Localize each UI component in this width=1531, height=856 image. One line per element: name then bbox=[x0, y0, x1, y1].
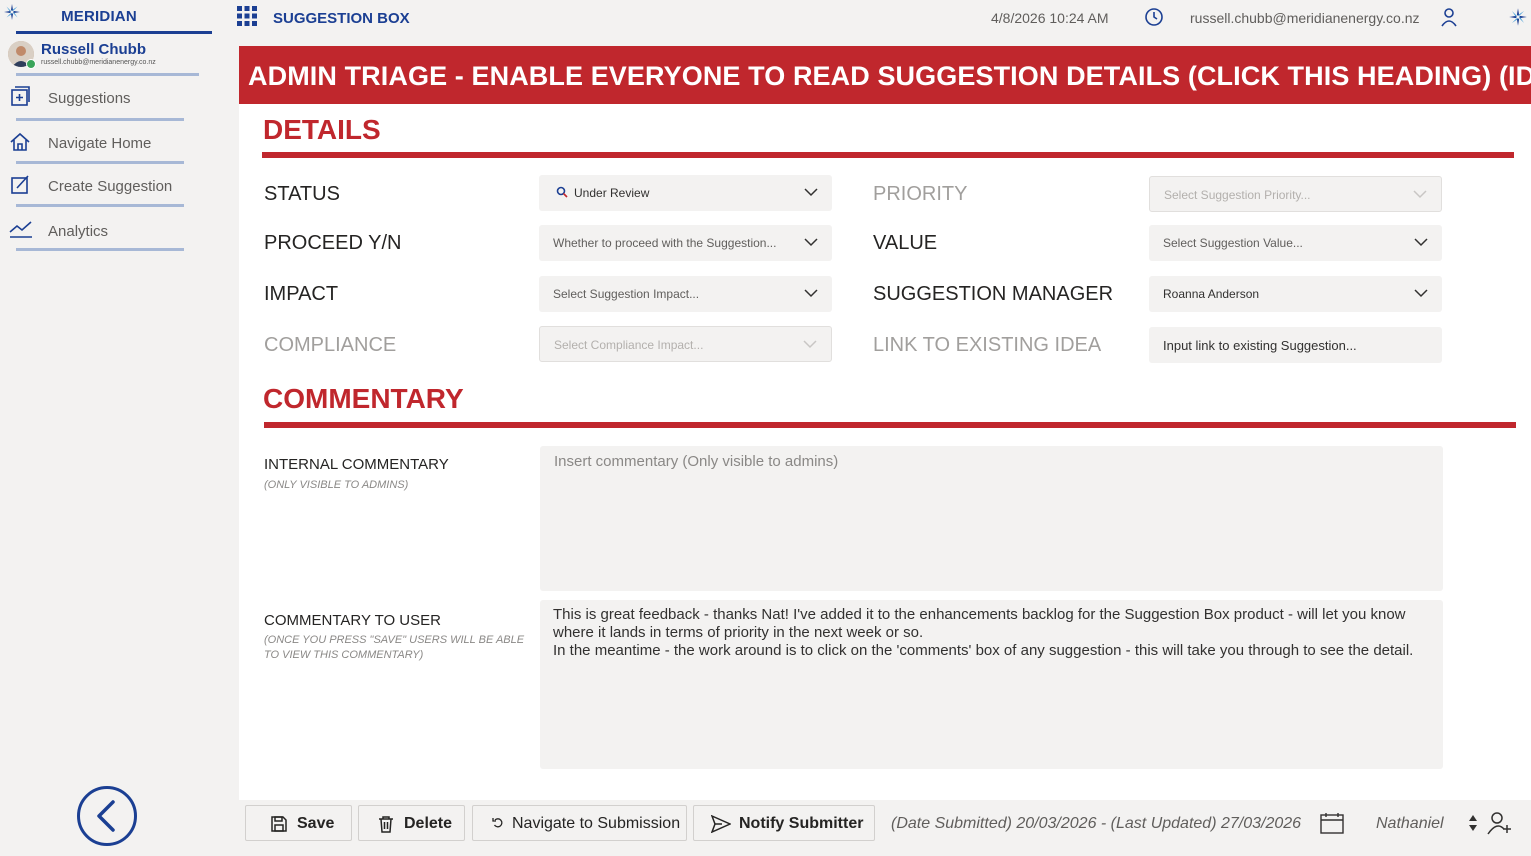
edit-icon bbox=[9, 173, 31, 195]
presence-indicator bbox=[26, 59, 36, 69]
back-button[interactable] bbox=[77, 786, 137, 846]
commentary-to-user-label: COMMENTARY TO USER bbox=[264, 612, 441, 629]
undo-icon bbox=[492, 817, 504, 829]
brand-underline bbox=[16, 31, 212, 34]
submitter-name[interactable]: Nathaniel bbox=[1376, 815, 1444, 833]
delete-button[interactable]: Delete bbox=[358, 805, 465, 841]
banner-title[interactable]: ADMIN TRIAGE - ENABLE EVERYONE TO READ S… bbox=[248, 61, 1531, 92]
home-icon bbox=[9, 131, 31, 153]
user-email-top: russell.chubb@meridianenergy.co.nz bbox=[1190, 10, 1420, 26]
trend-chart-icon bbox=[9, 218, 32, 240]
commentary-to-user-textarea[interactable]: This is great feedback - thanks Nat! I'v… bbox=[540, 600, 1443, 769]
sidebar-item-navigate-home[interactable]: Navigate Home bbox=[0, 122, 200, 166]
chevron-down-icon bbox=[804, 187, 818, 197]
delete-label: Delete bbox=[404, 815, 453, 832]
chevron-down-icon bbox=[803, 339, 817, 349]
internal-commentary-note: (ONLY VISIBLE TO ADMINS) bbox=[264, 479, 409, 491]
compliance-placeholder: Select Compliance Impact... bbox=[554, 338, 704, 352]
add-user-icon[interactable] bbox=[1487, 810, 1513, 836]
commentary-divider bbox=[264, 422, 1516, 428]
proceed-label: PROCEED Y/N bbox=[264, 232, 402, 254]
sidebar-item-label: Suggestions bbox=[48, 90, 131, 107]
value-dropdown[interactable]: Select Suggestion Value... bbox=[1149, 225, 1442, 261]
navigate-label: Navigate to Submission bbox=[512, 815, 681, 832]
chevron-down-icon bbox=[804, 237, 818, 247]
priority-label: PRIORITY bbox=[873, 183, 968, 205]
commentary-line: In the meantime - the work around is to … bbox=[553, 642, 1414, 659]
notify-submitter-button[interactable]: Notify Submitter bbox=[693, 805, 875, 841]
link-label: LINK TO EXISTING IDEA bbox=[873, 334, 1102, 356]
sidebar-item-label: Analytics bbox=[48, 223, 109, 240]
current-datetime: 4/8/2026 10:24 AM bbox=[991, 10, 1109, 26]
impact-placeholder: Select Suggestion Impact... bbox=[553, 287, 700, 301]
manager-value: Roanna Anderson bbox=[1163, 287, 1260, 301]
compliance-label: COMPLIANCE bbox=[264, 334, 397, 356]
chevron-left-icon bbox=[97, 800, 115, 832]
navigate-to-submission-button[interactable]: Navigate to Submission bbox=[472, 805, 687, 841]
nav-divider bbox=[16, 204, 184, 207]
meridian-logo-icon bbox=[1507, 6, 1529, 28]
sort-updown-icon[interactable] bbox=[1467, 812, 1479, 834]
trash-icon bbox=[377, 815, 395, 833]
submission-dates: (Date Submitted) 20/03/2026 - (Last Upda… bbox=[891, 815, 1302, 832]
save-label: Save bbox=[297, 815, 335, 832]
search-icon bbox=[556, 186, 568, 198]
value-label: VALUE bbox=[873, 232, 938, 254]
sidebar-item-label: Navigate Home bbox=[48, 135, 152, 152]
save-icon bbox=[270, 815, 288, 833]
notify-label: Notify Submitter bbox=[739, 815, 864, 832]
app-title: SUGGESTION BOX bbox=[273, 10, 410, 27]
commentary-line: where it lands in terms of priority in t… bbox=[553, 624, 924, 641]
sidebar-item-analytics[interactable]: Analytics bbox=[0, 208, 200, 252]
add-box-icon bbox=[9, 86, 31, 108]
internal-commentary-label: INTERNAL COMMENTARY bbox=[264, 456, 449, 473]
details-heading: DETAILS bbox=[263, 114, 381, 145]
nav-divider bbox=[16, 248, 184, 251]
priority-dropdown: Select Suggestion Priority... bbox=[1149, 176, 1442, 212]
sidebar: MERIDIAN Russell Chubb russell.chubb@mer… bbox=[0, 0, 225, 856]
user-divider bbox=[16, 73, 199, 76]
nav-divider bbox=[16, 118, 184, 121]
chevron-down-icon bbox=[804, 288, 818, 298]
app-launcher-icon[interactable] bbox=[237, 6, 257, 26]
impact-dropdown[interactable]: Select Suggestion Impact... bbox=[539, 276, 832, 312]
commentary-line: This is great feedback - thanks Nat! I'v… bbox=[553, 606, 1406, 623]
brand-name: MERIDIAN bbox=[61, 8, 137, 25]
link-input[interactable]: Input link to existing Suggestion... bbox=[1149, 327, 1442, 363]
priority-placeholder: Select Suggestion Priority... bbox=[1164, 188, 1311, 202]
user-email: russell.chubb@meridianenergy.co.nz bbox=[41, 59, 156, 66]
proceed-dropdown[interactable]: Whether to proceed with the Suggestion..… bbox=[539, 225, 832, 261]
calendar-icon[interactable] bbox=[1320, 812, 1344, 834]
nav-divider bbox=[16, 161, 184, 164]
status-dropdown[interactable]: Under Review bbox=[539, 175, 832, 211]
manager-label: SUGGESTION MANAGER bbox=[873, 283, 1114, 305]
chevron-down-icon bbox=[1414, 237, 1428, 247]
person-icon[interactable] bbox=[1440, 7, 1458, 27]
commentary-heading: COMMENTARY bbox=[263, 383, 464, 414]
impact-label: IMPACT bbox=[264, 283, 339, 305]
link-placeholder: Input link to existing Suggestion... bbox=[1163, 338, 1357, 353]
status-value: Under Review bbox=[574, 186, 650, 200]
internal-commentary-placeholder: Insert commentary (Only visible to admin… bbox=[554, 453, 839, 470]
sidebar-item-label: Create Suggestion bbox=[48, 178, 173, 195]
internal-commentary-textarea[interactable]: Insert commentary (Only visible to admin… bbox=[540, 446, 1443, 591]
manager-dropdown[interactable]: Roanna Anderson bbox=[1149, 276, 1442, 312]
value-placeholder: Select Suggestion Value... bbox=[1163, 236, 1303, 250]
chevron-down-icon bbox=[1413, 189, 1427, 199]
user-name: Russell Chubb bbox=[41, 41, 147, 58]
sidebar-item-create-suggestion[interactable]: Create Suggestion bbox=[0, 165, 200, 209]
clock-icon bbox=[1144, 7, 1164, 27]
save-button[interactable]: Save bbox=[245, 805, 352, 841]
commentary-to-user-note: (ONCE YOU PRESS "SAVE" USERS WILL BE ABL… bbox=[264, 634, 525, 661]
status-label: STATUS bbox=[264, 183, 340, 205]
compliance-dropdown: Select Compliance Impact... bbox=[539, 326, 832, 362]
details-divider bbox=[262, 152, 1514, 158]
sidebar-item-suggestions[interactable]: Suggestions bbox=[0, 78, 200, 122]
send-icon bbox=[711, 815, 731, 833]
proceed-placeholder: Whether to proceed with the Suggestion..… bbox=[553, 236, 777, 250]
chevron-down-icon bbox=[1414, 288, 1428, 298]
